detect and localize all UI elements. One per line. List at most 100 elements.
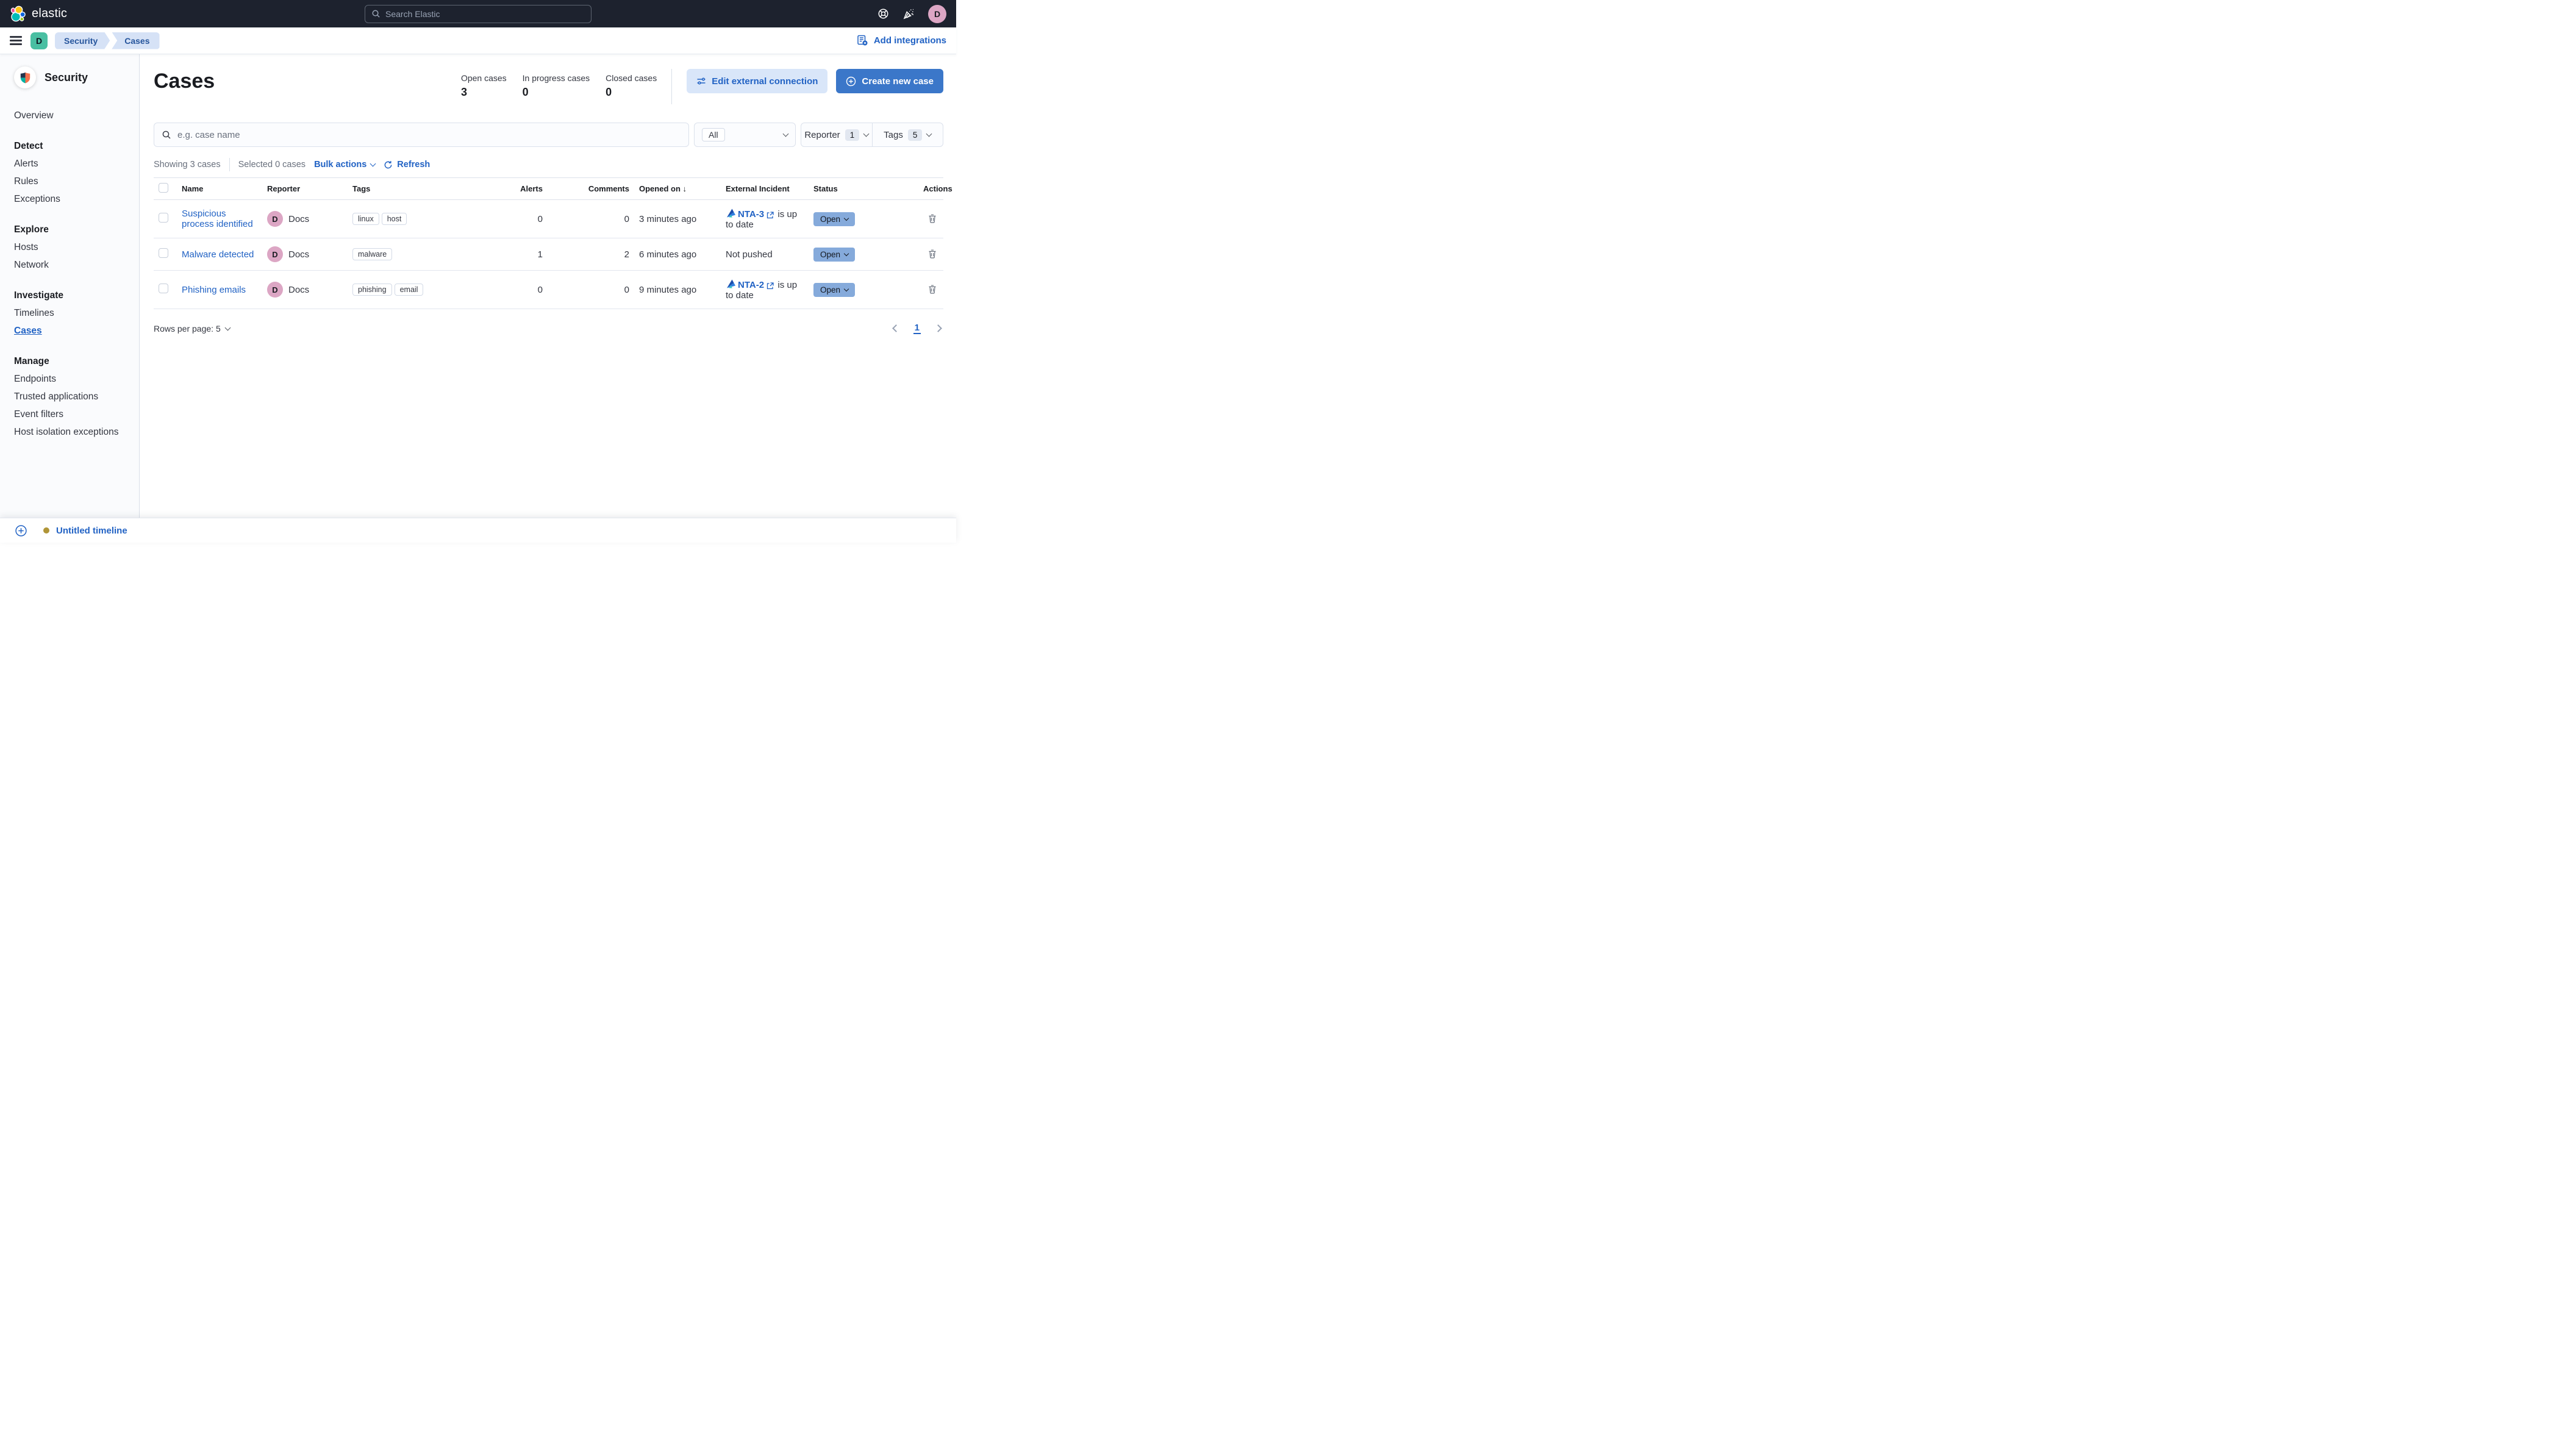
help-button[interactable] — [877, 8, 889, 20]
sidebar-item-endpoints[interactable]: Endpoints — [14, 370, 129, 388]
search-icon — [372, 10, 380, 18]
sidebar-item-trusted-applications[interactable]: Trusted applications — [14, 388, 129, 405]
table-header-row: Name Reporter Tags Alerts Comments Opene… — [154, 177, 952, 200]
add-integrations-button[interactable]: Add integrations — [857, 35, 946, 46]
whats-new-button[interactable] — [902, 8, 915, 20]
case-name-link[interactable]: Malware detected — [182, 249, 254, 260]
column-header-comments[interactable]: Comments — [548, 177, 634, 200]
tags-filter-button[interactable]: Tags 5 — [871, 123, 943, 146]
sidebar-section-manage: Manage — [14, 355, 49, 366]
sidebar-section-detect: Detect — [14, 140, 43, 151]
chevron-down-icon — [843, 251, 849, 257]
stat-open-cases: Open cases 3 — [460, 73, 507, 98]
column-header-reporter: Reporter — [262, 177, 348, 200]
timeline-bottom-bar: Untitled timeline — [0, 518, 956, 543]
sidebar-item-timelines[interactable]: Timelines — [14, 304, 129, 322]
chevron-down-icon — [782, 130, 789, 137]
select-all-checkbox[interactable] — [159, 183, 168, 193]
menu-toggle-button[interactable] — [10, 35, 22, 46]
rows-per-page-label: Rows per page: 5 — [154, 323, 221, 334]
refresh-icon — [384, 160, 392, 168]
sidebar-item-exceptions[interactable]: Exceptions — [14, 190, 129, 208]
trash-icon — [929, 249, 936, 259]
status-dropdown[interactable]: Open — [813, 282, 856, 297]
external-incident-link[interactable]: NTA-2 — [738, 280, 764, 290]
sidebar-item-cases[interactable]: Cases — [14, 322, 129, 340]
sidebar-item-network[interactable]: Network — [14, 256, 129, 274]
delete-case-button[interactable] — [926, 283, 938, 297]
space-badge[interactable]: D — [30, 32, 48, 49]
row-checkbox[interactable] — [159, 213, 168, 223]
user-avatar[interactable]: D — [928, 4, 946, 23]
stat-open-value: 3 — [460, 86, 467, 98]
delete-case-button[interactable] — [926, 248, 938, 262]
bulk-actions-button[interactable]: Bulk actions — [314, 160, 376, 170]
external-incident-cell: Not pushed — [721, 238, 809, 271]
sidebar-item-hosts[interactable]: Hosts — [14, 238, 129, 256]
external-incident-cell: NTA-2 is up to date — [721, 270, 809, 309]
global-search[interactable] — [365, 4, 591, 23]
column-header-opened-on[interactable]: Opened on ↓ — [634, 177, 721, 200]
external-link-icon — [767, 212, 774, 219]
tag-badge: email — [394, 284, 424, 296]
status-filter-select[interactable]: All — [694, 123, 796, 147]
case-filters: All Reporter 1 Tags 5 — [154, 123, 943, 147]
add-timeline-button[interactable] — [15, 524, 27, 537]
column-header-alerts[interactable]: Alerts — [489, 177, 548, 200]
tag-badge: malware — [352, 248, 393, 260]
next-page-button[interactable] — [934, 324, 942, 332]
status-dropdown[interactable]: Open — [813, 247, 856, 262]
case-name-link[interactable]: Suspicious process identified — [182, 209, 253, 229]
topbar-actions: D — [877, 4, 946, 23]
showing-cases-count: Showing 3 cases — [154, 160, 221, 170]
external-incident-link[interactable]: NTA-3 — [738, 209, 764, 219]
stat-closed-cases: Closed cases 0 — [606, 73, 657, 98]
external-incident-cell: NTA-3 is up to date — [721, 199, 809, 238]
reporter-avatar: D — [267, 246, 283, 262]
edit-external-connection-button[interactable]: Edit external connection — [687, 69, 828, 93]
sidebar-item-overview[interactable]: Overview — [14, 107, 129, 124]
reporter-filter-count: 1 — [845, 129, 860, 141]
row-checkbox[interactable] — [159, 248, 168, 258]
global-top-bar: elastic D — [0, 0, 956, 27]
breadcrumb-cases[interactable]: Cases — [112, 32, 160, 49]
untitled-timeline-button[interactable]: Untitled timeline — [43, 526, 127, 536]
column-header-name[interactable]: Name — [177, 177, 262, 200]
opened-on: 9 minutes ago — [634, 270, 721, 309]
table-footer: Rows per page: 5 1 — [154, 323, 943, 334]
security-app-icon — [14, 66, 36, 88]
breadcrumb-security[interactable]: Security — [55, 32, 110, 49]
page-number-1[interactable]: 1 — [913, 323, 921, 334]
add-integrations-icon — [857, 35, 868, 46]
case-name-link[interactable]: Phishing emails — [182, 285, 246, 295]
case-search[interactable] — [154, 123, 689, 147]
sidebar-section-investigate: Investigate — [14, 290, 63, 301]
table-utility-bar: Showing 3 cases Selected 0 cases Bulk ac… — [154, 158, 943, 171]
sidebar-title: Security — [45, 71, 88, 84]
sidebar-item-rules[interactable]: Rules — [14, 173, 129, 190]
reporter-name: Docs — [288, 284, 310, 295]
opened-on: 6 minutes ago — [634, 238, 721, 271]
row-checkbox[interactable] — [159, 284, 168, 293]
edit-external-connection-label: Edit external connection — [712, 76, 818, 87]
reporter-filter-button[interactable]: Reporter 1 — [801, 123, 872, 146]
table-row: Suspicious process identified D Docs lin… — [154, 199, 943, 238]
global-search-input[interactable] — [385, 9, 585, 19]
brand-name: elastic — [32, 7, 68, 20]
alerts-count: 0 — [489, 270, 548, 309]
create-new-case-button[interactable]: Create new case — [836, 69, 943, 93]
tags-filter-count: 5 — [907, 129, 923, 141]
rows-per-page-button[interactable]: Rows per page: 5 — [154, 323, 231, 334]
status-dropdown[interactable]: Open — [813, 212, 856, 226]
previous-page-button[interactable] — [892, 324, 900, 332]
case-search-input[interactable] — [177, 129, 681, 140]
opened-on: 3 minutes ago — [634, 199, 721, 238]
sidebar-item-event-filters[interactable]: Event filters — [14, 405, 129, 423]
alerts-count: 0 — [489, 199, 548, 238]
header-divider — [671, 69, 673, 104]
sidebar-item-host-isolation-exceptions[interactable]: Host isolation exceptions — [14, 423, 129, 441]
delete-case-button[interactable] — [926, 212, 938, 226]
chevron-down-icon — [926, 130, 932, 137]
sidebar-item-alerts[interactable]: Alerts — [14, 155, 129, 173]
refresh-button[interactable]: Refresh — [384, 160, 430, 170]
